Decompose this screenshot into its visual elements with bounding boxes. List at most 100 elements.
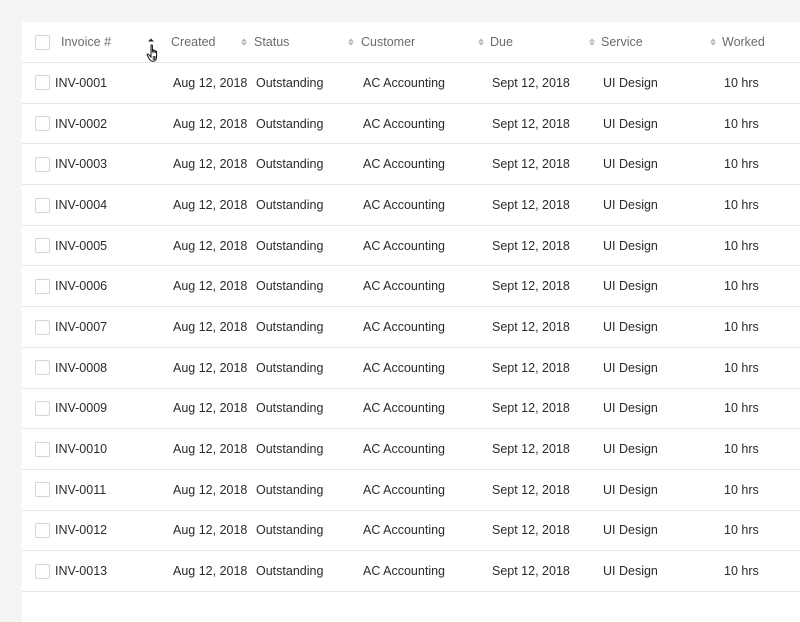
- cell-worked: 10 hrs: [722, 428, 800, 470]
- column-header-label: Service: [601, 35, 643, 49]
- column-header-due[interactable]: Due: [490, 22, 601, 63]
- cell-worked: 10 hrs: [722, 62, 800, 104]
- row-checkbox[interactable]: [35, 238, 50, 254]
- row-select-cell: [22, 428, 55, 470]
- row-checkbox[interactable]: [35, 563, 50, 579]
- cell-invoice: INV-0007: [55, 306, 160, 348]
- select-all-checkbox[interactable]: [35, 34, 50, 50]
- row-select-cell: [22, 265, 55, 308]
- cell-customer: AC Accounting: [360, 306, 490, 348]
- cell-customer: AC Accounting: [360, 62, 490, 104]
- row-select-cell: [22, 103, 55, 145]
- table-row[interactable]: INV-0010 Aug 12, 2018 Outstanding AC Accoun…: [22, 428, 800, 470]
- cell-invoice: INV-0009: [55, 388, 160, 430]
- cell-customer: AC Accounting: [360, 265, 490, 308]
- sort-icon[interactable]: [710, 38, 716, 46]
- cell-status: Outstanding: [253, 62, 360, 104]
- table-row[interactable]: INV-0008 Aug 12, 2018 Outstanding AC Accoun…: [22, 347, 800, 389]
- table-row[interactable]: INV-0001 Aug 12, 2018 Outstanding AC Accoun…: [22, 62, 800, 104]
- row-select-cell: [22, 388, 55, 430]
- cell-service: UI Design: [601, 265, 722, 308]
- row-checkbox[interactable]: [35, 360, 50, 376]
- cell-created: Aug 12, 2018: [160, 184, 253, 226]
- invoice-table-card: Invoice # Created Status Customer Due Se…: [22, 22, 800, 622]
- cell-customer: AC Accounting: [360, 428, 490, 470]
- row-select-cell: [22, 510, 55, 552]
- cell-invoice: INV-0011: [55, 469, 160, 511]
- table-row[interactable]: INV-0009 Aug 12, 2018 Outstanding AC Accoun…: [22, 388, 800, 430]
- cell-invoice: INV-0005: [55, 225, 160, 267]
- cell-due: Sept 12, 2018: [490, 184, 601, 226]
- cell-status: Outstanding: [253, 347, 360, 389]
- row-select-cell: [22, 225, 55, 267]
- table-row[interactable]: INV-0007 Aug 12, 2018 Outstanding AC Accoun…: [22, 306, 800, 348]
- sort-icon[interactable]: [478, 38, 484, 46]
- sort-icon[interactable]: [589, 38, 595, 46]
- cell-created: Aug 12, 2018: [160, 306, 253, 348]
- cell-service: UI Design: [601, 143, 722, 186]
- row-checkbox[interactable]: [35, 319, 50, 335]
- cell-customer: AC Accounting: [360, 469, 490, 511]
- column-header-label: Due: [490, 35, 513, 49]
- row-checkbox[interactable]: [35, 400, 50, 416]
- table-row[interactable]: INV-0006 Aug 12, 2018 Outstanding AC Accoun…: [22, 265, 800, 308]
- column-header-customer[interactable]: Customer: [360, 22, 490, 63]
- cell-due: Sept 12, 2018: [490, 428, 601, 470]
- table-row[interactable]: INV-0005 Aug 12, 2018 Outstanding AC Accoun…: [22, 225, 800, 267]
- table-row[interactable]: INV-0002 Aug 12, 2018 Outstanding AC Accoun…: [22, 103, 800, 145]
- cell-invoice: INV-0010: [55, 428, 160, 470]
- row-select-cell: [22, 469, 55, 511]
- row-select-cell: [22, 306, 55, 348]
- cell-due: Sept 12, 2018: [490, 469, 601, 511]
- column-header-worked[interactable]: Worked: [722, 22, 800, 63]
- cell-worked: 10 hrs: [722, 469, 800, 511]
- column-header-created[interactable]: Created: [160, 22, 253, 63]
- row-checkbox[interactable]: [35, 116, 50, 132]
- row-checkbox[interactable]: [35, 75, 50, 91]
- row-checkbox[interactable]: [35, 441, 50, 457]
- cell-worked: 10 hrs: [722, 103, 800, 145]
- table-row[interactable]: INV-0012 Aug 12, 2018 Outstanding AC Accoun…: [22, 510, 800, 552]
- cell-due: Sept 12, 2018: [490, 265, 601, 308]
- sort-ascending-icon[interactable]: [148, 38, 154, 46]
- cell-created: Aug 12, 2018: [160, 388, 253, 430]
- cell-invoice: INV-0008: [55, 347, 160, 389]
- cell-due: Sept 12, 2018: [490, 62, 601, 104]
- table-header-row: Invoice # Created Status Customer Due Se…: [22, 22, 800, 63]
- cell-created: Aug 12, 2018: [160, 62, 253, 104]
- row-select-cell: [22, 143, 55, 186]
- column-header-label: Invoice #: [61, 35, 112, 49]
- row-checkbox[interactable]: [35, 523, 50, 538]
- cell-customer: AC Accounting: [360, 347, 490, 389]
- table-row[interactable]: INV-0013 Aug 12, 2018 Outstanding AC Accoun…: [22, 550, 800, 592]
- cell-status: Outstanding: [253, 388, 360, 430]
- cell-service: UI Design: [601, 184, 722, 226]
- cell-service: UI Design: [601, 428, 722, 470]
- sort-icon[interactable]: [348, 38, 354, 46]
- cell-invoice: INV-0003: [55, 143, 160, 186]
- table-row[interactable]: INV-0003 Aug 12, 2018 Outstanding AC Accoun…: [22, 143, 800, 186]
- row-checkbox[interactable]: [35, 278, 50, 294]
- cell-invoice: INV-0004: [55, 184, 160, 226]
- cell-worked: 10 hrs: [722, 184, 800, 226]
- sort-icon[interactable]: [241, 38, 247, 46]
- cell-worked: 10 hrs: [722, 550, 800, 592]
- row-checkbox[interactable]: [35, 482, 50, 498]
- table-row[interactable]: INV-0004 Aug 12, 2018 Outstanding AC Accoun…: [22, 184, 800, 226]
- column-header-label: Worked: [722, 35, 765, 49]
- row-checkbox[interactable]: [35, 156, 50, 172]
- cell-customer: AC Accounting: [360, 510, 490, 552]
- table-row[interactable]: INV-0011 Aug 12, 2018 Outstanding AC Accoun…: [22, 469, 800, 511]
- cell-service: UI Design: [601, 469, 722, 511]
- cell-invoice: INV-0013: [55, 550, 160, 592]
- cell-worked: 10 hrs: [722, 225, 800, 267]
- cell-due: Sept 12, 2018: [490, 103, 601, 145]
- cell-worked: 10 hrs: [722, 347, 800, 389]
- cell-status: Outstanding: [253, 225, 360, 267]
- column-header-invoice[interactable]: Invoice #: [55, 22, 160, 63]
- column-header-status[interactable]: Status: [253, 22, 360, 63]
- column-header-service[interactable]: Service: [601, 22, 722, 63]
- row-checkbox[interactable]: [35, 197, 50, 213]
- cell-due: Sept 12, 2018: [490, 510, 601, 552]
- cell-worked: 10 hrs: [722, 265, 800, 308]
